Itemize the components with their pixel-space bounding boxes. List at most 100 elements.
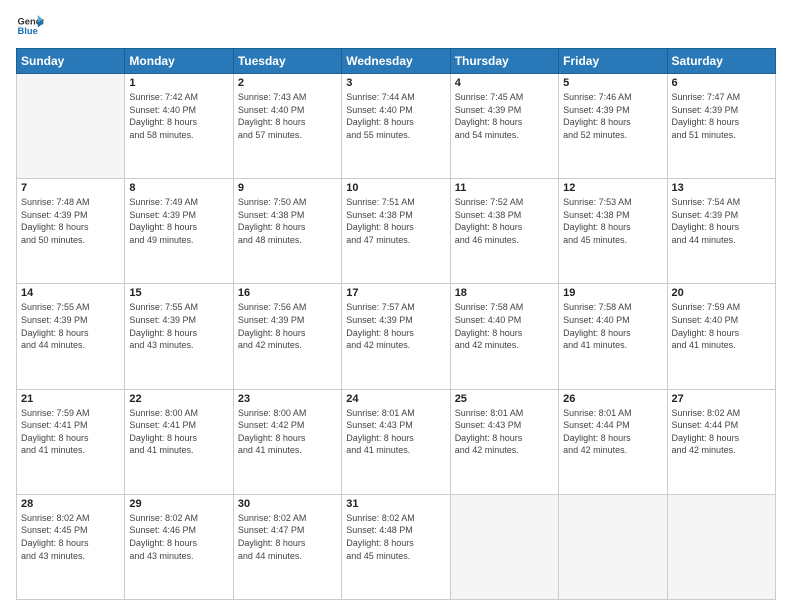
- cell-text: Sunrise: 8:01 AM Sunset: 4:43 PM Dayligh…: [455, 407, 554, 457]
- cell-4-1: 29Sunrise: 8:02 AM Sunset: 4:46 PM Dayli…: [125, 494, 233, 599]
- day-number: 7: [21, 182, 120, 194]
- cell-4-6: [667, 494, 775, 599]
- cell-4-4: [450, 494, 558, 599]
- cell-0-1: 1 Sunrise: 7:42 AM Sunset: 4:40 PM Daylig…: [125, 74, 233, 179]
- cell-1-0: 7 Sunrise: 7:48 AM Sunset: 4:39 PM Daylig…: [17, 179, 125, 284]
- cell-text: Sunrise: 7:46 AM Sunset: 4:39 PM Dayligh…: [563, 91, 662, 141]
- cell-1-6: 13 Sunrise: 7:54 AM Sunset: 4:39 PM Dayli…: [667, 179, 775, 284]
- cell-1-5: 12 Sunrise: 7:53 AM Sunset: 4:38 PM Dayli…: [559, 179, 667, 284]
- svg-text:Blue: Blue: [18, 26, 38, 36]
- cell-1-4: 11 Sunrise: 7:52 AM Sunset: 4:38 PM Dayli…: [450, 179, 558, 284]
- day-number: 13: [672, 182, 771, 194]
- cell-text: Sunrise: 7:49 AM Sunset: 4:39 PM Dayligh…: [129, 196, 228, 246]
- day-header-thursday: Thursday: [450, 49, 558, 74]
- cell-2-5: 19 Sunrise: 7:58 AM Sunset: 4:40 PM Dayli…: [559, 284, 667, 389]
- week-row-1: 7 Sunrise: 7:48 AM Sunset: 4:39 PM Daylig…: [17, 179, 776, 284]
- cell-text: Sunrise: 8:02 AM Sunset: 4:44 PM Dayligh…: [672, 407, 771, 457]
- cell-text: Sunrise: 7:53 AM Sunset: 4:38 PM Dayligh…: [563, 196, 662, 246]
- day-number: 18: [455, 287, 554, 299]
- cell-0-4: 4 Sunrise: 7:45 AM Sunset: 4:39 PM Daylig…: [450, 74, 558, 179]
- day-number: 31: [346, 498, 445, 510]
- day-number: 27: [672, 393, 771, 405]
- cell-1-3: 10Sunrise: 7:51 AM Sunset: 4:38 PM Dayli…: [342, 179, 450, 284]
- cell-text: Sunrise: 8:01 AM Sunset: 4:44 PM Dayligh…: [563, 407, 662, 457]
- cell-text: Sunrise: 8:01 AM Sunset: 4:43 PM Dayligh…: [346, 407, 445, 457]
- cell-0-3: 3 Sunrise: 7:44 AM Sunset: 4:40 PM Daylig…: [342, 74, 450, 179]
- cell-2-4: 18 Sunrise: 7:58 AM Sunset: 4:40 PM Dayli…: [450, 284, 558, 389]
- cell-text: Sunrise: 7:48 AM Sunset: 4:39 PM Dayligh…: [21, 196, 120, 246]
- day-number: 26: [563, 393, 662, 405]
- header-row: SundayMondayTuesdayWednesdayThursdayFrid…: [17, 49, 776, 74]
- cell-1-1: 8Sunrise: 7:49 AM Sunset: 4:39 PM Daylig…: [125, 179, 233, 284]
- cell-text: Sunrise: 7:44 AM Sunset: 4:40 PM Dayligh…: [346, 91, 445, 141]
- logo: General Blue: [16, 12, 46, 40]
- day-number: 11: [455, 182, 554, 194]
- day-header-wednesday: Wednesday: [342, 49, 450, 74]
- day-number: 29: [129, 498, 228, 510]
- cell-text: Sunrise: 8:00 AM Sunset: 4:41 PM Dayligh…: [129, 407, 228, 457]
- cell-3-4: 25 Sunrise: 8:01 AM Sunset: 4:43 PM Dayli…: [450, 389, 558, 494]
- cell-2-0: 14 Sunrise: 7:55 AM Sunset: 4:39 PM Dayli…: [17, 284, 125, 389]
- cell-2-1: 15 Sunrise: 7:55 AM Sunset: 4:39 PM Dayli…: [125, 284, 233, 389]
- cell-text: Sunrise: 7:43 AM Sunset: 4:40 PM Dayligh…: [238, 91, 337, 141]
- day-header-monday: Monday: [125, 49, 233, 74]
- cell-text: Sunrise: 7:55 AM Sunset: 4:39 PM Dayligh…: [21, 301, 120, 351]
- cell-text: Sunrise: 7:51 AM Sunset: 4:38 PM Dayligh…: [346, 196, 445, 246]
- cell-text: Sunrise: 7:45 AM Sunset: 4:39 PM Dayligh…: [455, 91, 554, 141]
- page: General Blue SundayMondayTuesdayWednesda…: [0, 0, 792, 612]
- day-number: 12: [563, 182, 662, 194]
- cell-text: Sunrise: 7:58 AM Sunset: 4:40 PM Dayligh…: [455, 301, 554, 351]
- cell-3-0: 21 Sunrise: 7:59 AM Sunset: 4:41 PM Dayli…: [17, 389, 125, 494]
- day-number: 24: [346, 393, 445, 405]
- day-number: 15: [129, 287, 228, 299]
- cell-text: Sunrise: 7:52 AM Sunset: 4:38 PM Dayligh…: [455, 196, 554, 246]
- cell-2-3: 17 Sunrise: 7:57 AM Sunset: 4:39 PM Dayli…: [342, 284, 450, 389]
- cell-text: Sunrise: 7:57 AM Sunset: 4:39 PM Dayligh…: [346, 301, 445, 351]
- day-number: 2: [238, 77, 337, 89]
- day-number: 20: [672, 287, 771, 299]
- cell-text: Sunrise: 8:02 AM Sunset: 4:48 PM Dayligh…: [346, 512, 445, 562]
- day-header-tuesday: Tuesday: [233, 49, 341, 74]
- week-row-4: 28Sunrise: 8:02 AM Sunset: 4:45 PM Dayli…: [17, 494, 776, 599]
- day-number: 3: [346, 77, 445, 89]
- day-number: 30: [238, 498, 337, 510]
- day-header-saturday: Saturday: [667, 49, 775, 74]
- cell-text: Sunrise: 7:55 AM Sunset: 4:39 PM Dayligh…: [129, 301, 228, 351]
- cell-4-3: 31 Sunrise: 8:02 AM Sunset: 4:48 PM Dayli…: [342, 494, 450, 599]
- cell-text: Sunrise: 8:02 AM Sunset: 4:47 PM Dayligh…: [238, 512, 337, 562]
- day-number: 4: [455, 77, 554, 89]
- day-number: 16: [238, 287, 337, 299]
- cell-2-6: 20 Sunrise: 7:59 AM Sunset: 4:40 PM Dayli…: [667, 284, 775, 389]
- cell-text: Sunrise: 7:54 AM Sunset: 4:39 PM Dayligh…: [672, 196, 771, 246]
- cell-text: Sunrise: 7:56 AM Sunset: 4:39 PM Dayligh…: [238, 301, 337, 351]
- cell-0-2: 2 Sunrise: 7:43 AM Sunset: 4:40 PM Daylig…: [233, 74, 341, 179]
- cell-text: Sunrise: 7:59 AM Sunset: 4:40 PM Dayligh…: [672, 301, 771, 351]
- day-number: 5: [563, 77, 662, 89]
- cell-3-6: 27 Sunrise: 8:02 AM Sunset: 4:44 PM Dayli…: [667, 389, 775, 494]
- day-number: 6: [672, 77, 771, 89]
- cell-3-3: 24 Sunrise: 8:01 AM Sunset: 4:43 PM Dayli…: [342, 389, 450, 494]
- day-number: 9: [238, 182, 337, 194]
- cell-3-1: 22Sunrise: 8:00 AM Sunset: 4:41 PM Dayli…: [125, 389, 233, 494]
- day-number: 21: [21, 393, 120, 405]
- cell-2-2: 16 Sunrise: 7:56 AM Sunset: 4:39 PM Dayli…: [233, 284, 341, 389]
- calendar-table: SundayMondayTuesdayWednesdayThursdayFrid…: [16, 48, 776, 600]
- cell-text: Sunrise: 7:58 AM Sunset: 4:40 PM Dayligh…: [563, 301, 662, 351]
- day-number: 1: [129, 77, 228, 89]
- week-row-3: 21 Sunrise: 7:59 AM Sunset: 4:41 PM Dayli…: [17, 389, 776, 494]
- day-header-friday: Friday: [559, 49, 667, 74]
- day-number: 14: [21, 287, 120, 299]
- week-row-0: 1 Sunrise: 7:42 AM Sunset: 4:40 PM Daylig…: [17, 74, 776, 179]
- cell-text: Sunrise: 7:59 AM Sunset: 4:41 PM Dayligh…: [21, 407, 120, 457]
- cell-text: Sunrise: 7:42 AM Sunset: 4:40 PM Dayligh…: [129, 91, 228, 141]
- cell-1-2: 9 Sunrise: 7:50 AM Sunset: 4:38 PM Daylig…: [233, 179, 341, 284]
- cell-4-5: [559, 494, 667, 599]
- cell-text: Sunrise: 7:50 AM Sunset: 4:38 PM Dayligh…: [238, 196, 337, 246]
- cell-3-5: 26 Sunrise: 8:01 AM Sunset: 4:44 PM Dayli…: [559, 389, 667, 494]
- day-number: 19: [563, 287, 662, 299]
- week-row-2: 14 Sunrise: 7:55 AM Sunset: 4:39 PM Dayli…: [17, 284, 776, 389]
- day-number: 25: [455, 393, 554, 405]
- day-number: 17: [346, 287, 445, 299]
- cell-0-5: 5 Sunrise: 7:46 AM Sunset: 4:39 PM Daylig…: [559, 74, 667, 179]
- cell-text: Sunrise: 8:02 AM Sunset: 4:45 PM Dayligh…: [21, 512, 120, 562]
